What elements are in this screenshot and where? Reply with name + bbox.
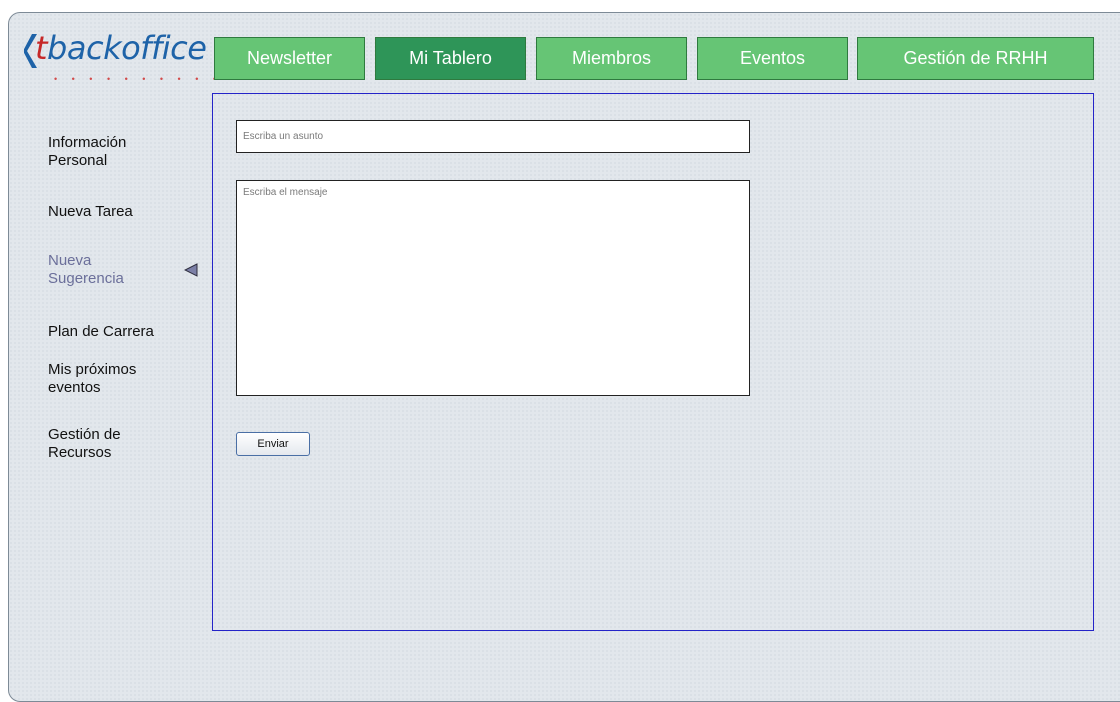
tbackoffice-logo[interactable]: tbackoffice • • • • • • • • • • • [24, 29, 234, 84]
logo-wordmark: tbackoffice [35, 29, 207, 67]
logo-first-letter: t [35, 29, 48, 67]
message-textarea[interactable] [236, 180, 750, 396]
tab-mi-tablero[interactable]: Mi Tablero [375, 37, 526, 80]
tab-eventos[interactable]: Eventos [697, 37, 848, 80]
sidebar-item-mis-proximos-eventos[interactable]: Mis próximos eventos [48, 361, 158, 397]
sidebar-item-nueva-sugerencia[interactable]: Nueva Sugerencia [48, 252, 158, 288]
logo-dots: • • • • • • • • • • • [54, 74, 240, 84]
sidebar-item-gestion-de-recursos[interactable]: Gestión de Recursos [48, 426, 158, 462]
tab-newsletter[interactable]: Newsletter [214, 37, 365, 80]
subject-input[interactable] [236, 120, 750, 153]
send-button[interactable]: Enviar [236, 432, 310, 456]
sidebar-item-informacion-personal[interactable]: Información Personal [48, 134, 158, 170]
logo-rest: backoffice [47, 29, 207, 67]
tab-gestion-rrhh[interactable]: Gestión de RRHH [857, 37, 1094, 80]
sidebar-item-nueva-tarea[interactable]: Nueva Tarea [48, 203, 178, 221]
sidebar-item-plan-de-carrera[interactable]: Plan de Carrera [48, 323, 178, 341]
tab-miembros[interactable]: Miembros [536, 37, 687, 80]
triangle-left-icon [184, 263, 198, 277]
